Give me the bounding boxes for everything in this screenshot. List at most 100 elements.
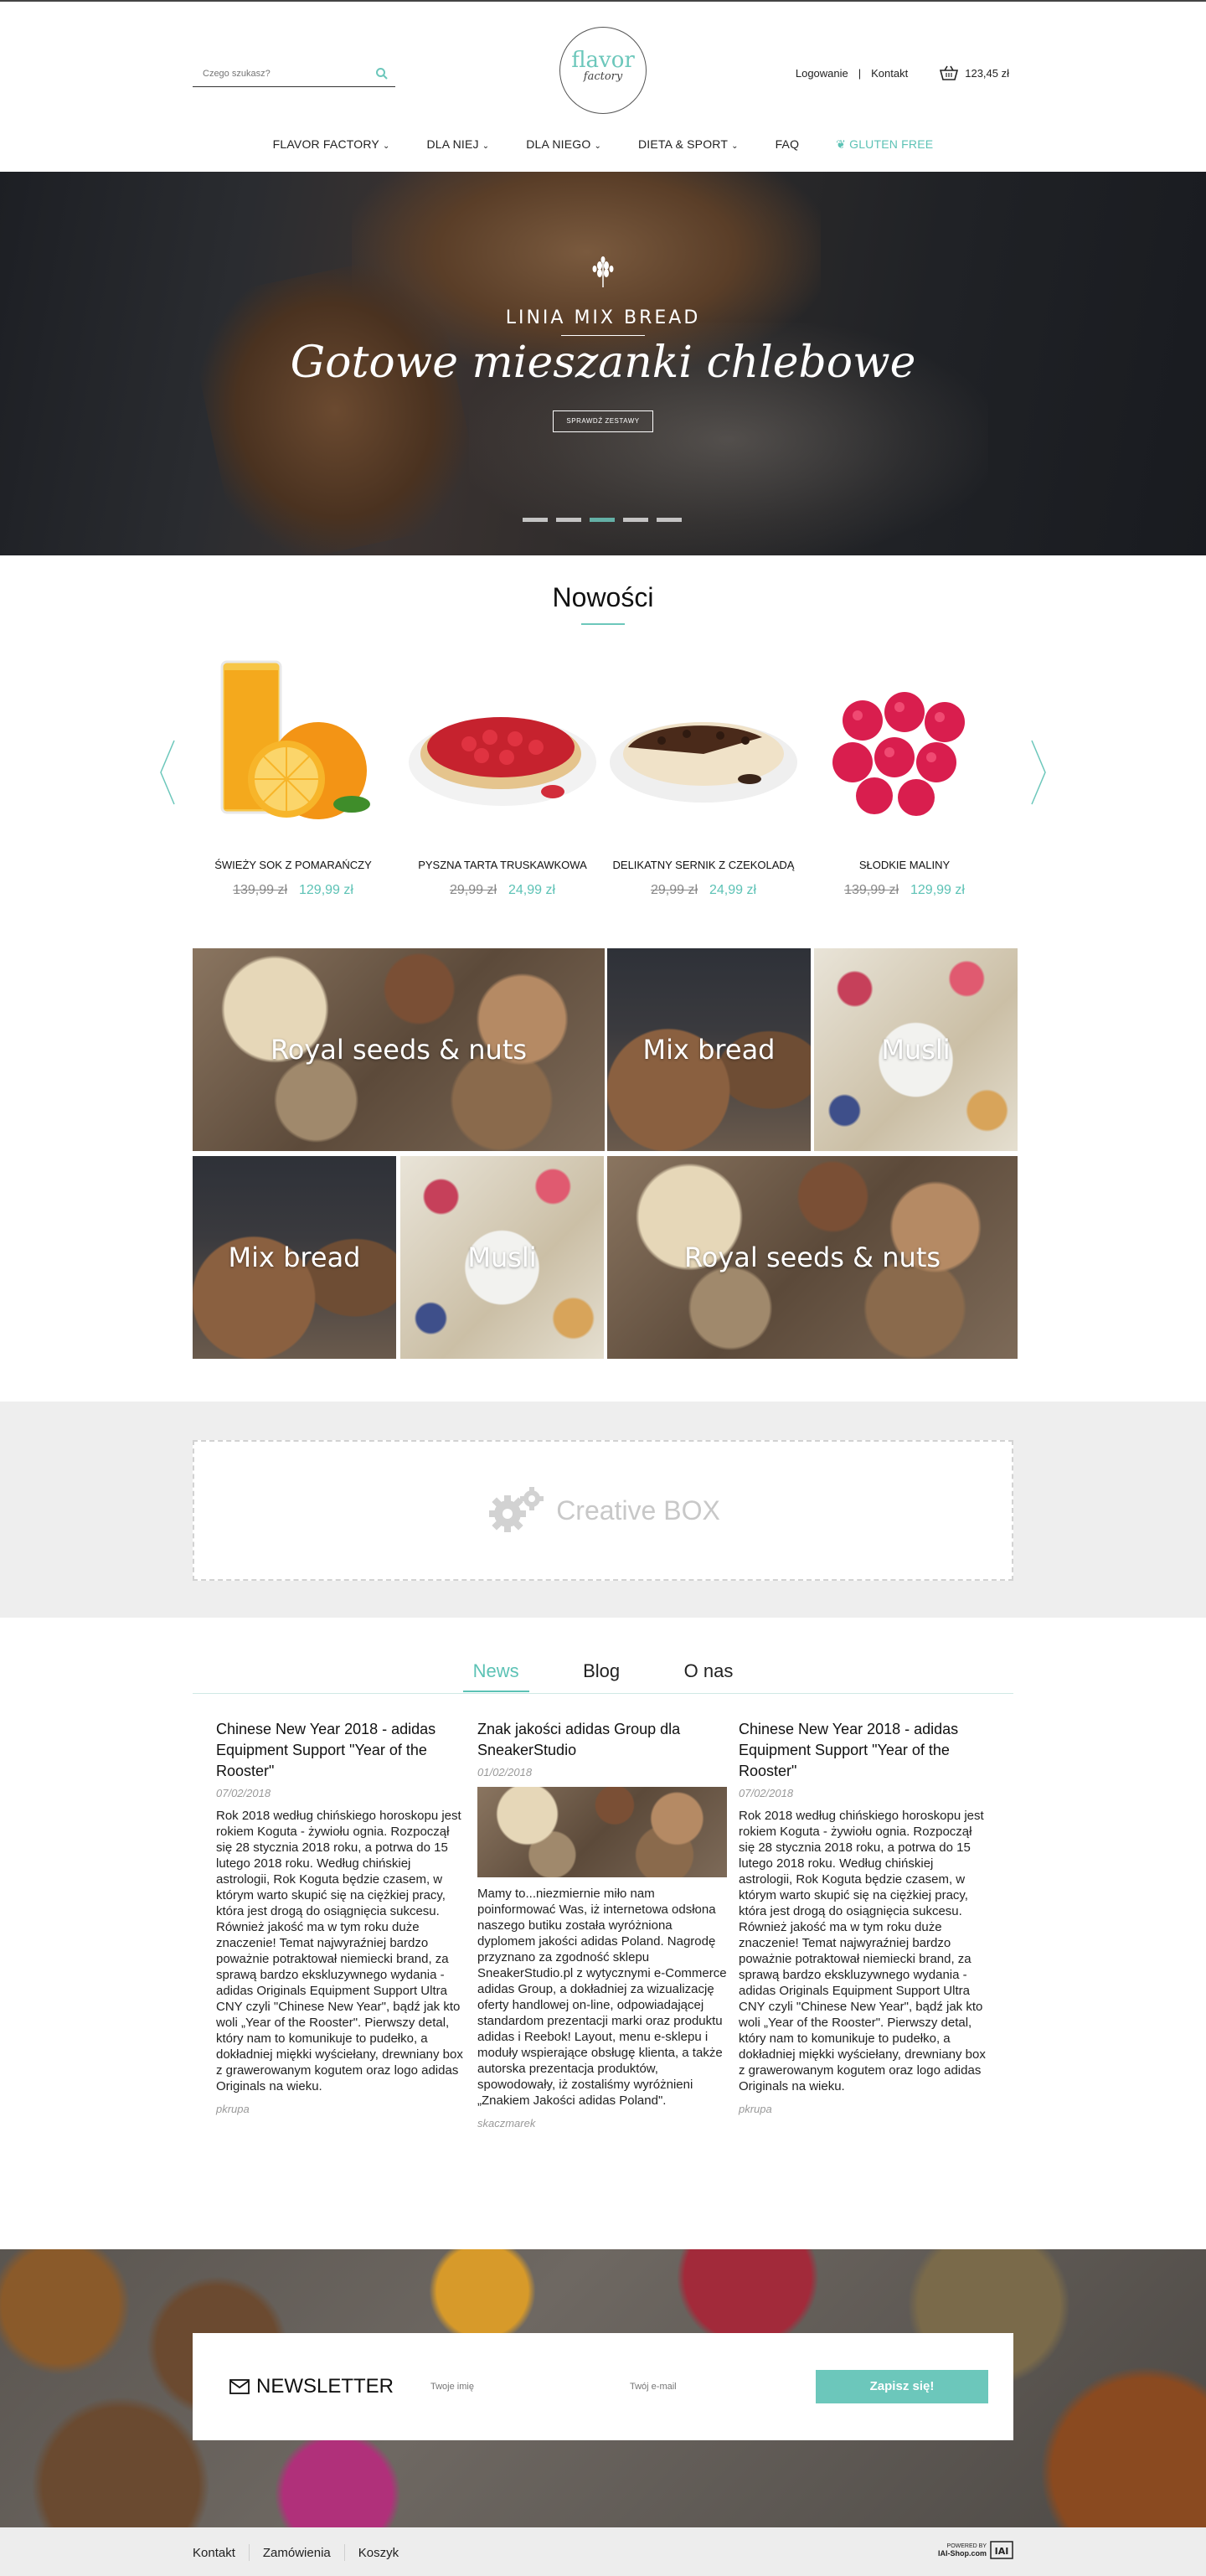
product-card[interactable]: SŁODKIE MALINY 139,99 zł 129,99 zł: [804, 653, 1005, 898]
category-tiles: Royal seeds & nuts Mix bread Musli Mix b…: [193, 948, 1018, 1360]
footer-link-koszyk[interactable]: Koszyk: [358, 2546, 399, 2560]
news-article: Chinese New Year 2018 - adidas Equipment…: [739, 1719, 990, 2115]
top-links: Logowanie | Kontakt 123,45 zł: [796, 65, 1009, 80]
article-title[interactable]: Chinese New Year 2018 - adidas Equipment…: [216, 1719, 467, 1782]
product-price: 129,99 zł: [910, 883, 965, 897]
category-tile[interactable]: Royal seeds & nuts: [193, 948, 605, 1151]
product-card[interactable]: ŚWIEŻY SOK Z POMARAŃCZY 139,99 zł 129,99 …: [193, 653, 394, 898]
powered-by-brand: IAI-Shop.com: [938, 2548, 987, 2558]
article-date: 01/02/2018: [477, 1766, 533, 1778]
category-tile[interactable]: Musli: [400, 1156, 604, 1359]
logo[interactable]: flavor factory: [559, 27, 647, 114]
product-name: ŚWIEŻY SOK Z POMARAŃCZY: [214, 859, 372, 871]
newsletter-name-input[interactable]: [430, 2377, 598, 2397]
hero-slider: LINIA MIX BREAD Gotowe mieszanki chlebow…: [0, 172, 1206, 555]
article-author: pkrupa: [739, 2103, 772, 2115]
nav-item-dieta-sport[interactable]: DIETA & SPORT ⌄: [638, 137, 739, 151]
article-body: Rok 2018 według chińskiego horoskopu jes…: [739, 1809, 986, 2093]
nav-item-dla-niej[interactable]: DLA NIEJ ⌄: [426, 137, 489, 151]
newsletter-title-text: NEWSLETTER: [256, 2375, 394, 2398]
footer-separator: [343, 2544, 345, 2561]
hero-cta-button[interactable]: SPRAWDŹ ZESTAWY: [553, 410, 653, 432]
footer-link-zamowienia[interactable]: Zamówienia: [263, 2546, 331, 2560]
category-tile-label: Musli: [881, 1034, 951, 1066]
product-card[interactable]: PYSZNA TARTA TRUSKAWKOWA 29,99 zł 24,99 z…: [402, 653, 603, 898]
login-link[interactable]: Logowanie: [796, 67, 848, 80]
newsletter-email-input[interactable]: [630, 2377, 797, 2397]
article-date: 07/02/2018: [216, 1787, 271, 1799]
footer-link-kontakt[interactable]: Kontakt: [193, 2546, 235, 2560]
nav-item-label: DIETA & SPORT: [637, 137, 729, 151]
nav-item-label: DLA NIEGO: [526, 137, 591, 151]
hero-divider: [561, 335, 645, 336]
product-old-price: 29,99 zł: [449, 883, 497, 897]
product-name: SŁODKIE MALINY: [858, 859, 951, 871]
main-nav: FLAVOR FACTORY ⌄ DLA NIEJ ⌄ DLA NIEGO ⌄ DIE…: [0, 137, 1206, 152]
newsletter-box: NEWSLETTER Zapisz się!: [193, 2333, 1013, 2440]
news-article: Chinese New Year 2018 - adidas Equipment…: [216, 1719, 467, 2115]
category-tile-label: Mix bread: [642, 1034, 776, 1066]
product-image-raspberries: [832, 692, 965, 816]
slider-dot[interactable]: [556, 518, 581, 522]
slider-dot[interactable]: [657, 518, 682, 522]
article-title[interactable]: Chinese New Year 2018 - adidas Equipment…: [739, 1719, 990, 1782]
creative-box-section: Creative BOX: [0, 1402, 1206, 1618]
cart-total: 123,45 zł: [965, 66, 1009, 80]
logo-text-main: flavor: [571, 48, 635, 73]
hero-title: Gotowe mieszanki chlebowe: [290, 338, 916, 388]
article-title[interactable]: Znak jakości adidas Group dla SneakerStu…: [477, 1719, 729, 1761]
product-price: 24,99 zł: [709, 883, 757, 897]
newsletter-subscribe-button[interactable]: Zapisz się!: [816, 2370, 988, 2403]
tab-news[interactable]: News: [462, 1660, 529, 1692]
chevron-down-icon: ⌄: [382, 142, 390, 151]
category-tile[interactable]: Mix bread: [193, 1156, 396, 1359]
article-author: pkrupa: [216, 2103, 250, 2115]
tab-o-nas[interactable]: O nas: [674, 1660, 744, 1691]
product-old-price: 139,99 zł: [844, 883, 899, 897]
product-price: 129,99 zł: [299, 883, 353, 897]
nav-item-label: FLAVOR FACTORY: [272, 137, 379, 151]
article-image[interactable]: [477, 1787, 727, 1877]
product-card[interactable]: DELIKATNY SERNIK Z CZEKOLADĄ 29,99 zł 24,…: [603, 653, 804, 898]
nav-item-faq[interactable]: FAQ: [776, 137, 800, 151]
cart-button[interactable]: 123,45 zł: [940, 65, 1009, 80]
newsletter-title: NEWSLETTER: [229, 2375, 394, 2398]
category-tile[interactable]: Mix bread: [607, 948, 811, 1151]
carousel-prev-icon[interactable]: [159, 739, 176, 806]
section-title-underline: [581, 623, 625, 625]
chevron-down-icon: ⌄: [594, 142, 602, 151]
basket-icon: [940, 65, 959, 80]
article-body: Mamy to...niezmiernie miło nam poinformo…: [477, 1887, 727, 2108]
slider-dot-active[interactable]: [590, 518, 615, 522]
contact-link[interactable]: Kontakt: [871, 67, 908, 80]
creative-box: Creative BOX: [193, 1440, 1013, 1581]
iai-logo-icon: IAI: [990, 2541, 1013, 2559]
slider-dot[interactable]: [523, 518, 548, 522]
carousel-next-icon[interactable]: [1030, 739, 1047, 806]
svg-text:IAI: IAI: [995, 2546, 1009, 2557]
nav-item-label: FAQ: [775, 137, 800, 151]
nav-item-label: GLUTEN FREE: [849, 137, 934, 151]
footer-separator: [248, 2544, 250, 2561]
category-tile[interactable]: Royal seeds & nuts: [607, 1156, 1018, 1359]
tab-blog[interactable]: Blog: [573, 1660, 630, 1691]
powered-by-text: POWERED BY IAI-Shop.com: [938, 2542, 987, 2558]
search-icon[interactable]: [375, 67, 389, 80]
product-image-orange-juice: [220, 660, 370, 819]
category-tile[interactable]: Musli: [814, 948, 1018, 1151]
search-input[interactable]: [193, 62, 360, 85]
wheat-icon: [592, 256, 614, 287]
product-price: 24,99 zł: [508, 883, 556, 897]
product-image-chocolate-cheesecake: [610, 722, 797, 803]
chevron-down-icon: ⌄: [482, 142, 490, 151]
product-old-price: 29,99 zł: [650, 883, 698, 897]
nav-item-flavor-factory[interactable]: FLAVOR FACTORY ⌄: [273, 137, 390, 151]
envelope-icon: [229, 2379, 250, 2394]
powered-by-badge[interactable]: POWERED BY IAI-Shop.com IAI: [938, 2541, 1013, 2559]
slider-dot[interactable]: [623, 518, 648, 522]
search-box: [193, 62, 395, 87]
article-date: 07/02/2018: [739, 1787, 794, 1799]
gears-icon: [489, 1487, 544, 1532]
nav-item-gluten-free[interactable]: ❦ GLUTEN FREE: [836, 137, 933, 152]
nav-item-dla-niego[interactable]: DLA NIEGO ⌄: [526, 137, 601, 151]
